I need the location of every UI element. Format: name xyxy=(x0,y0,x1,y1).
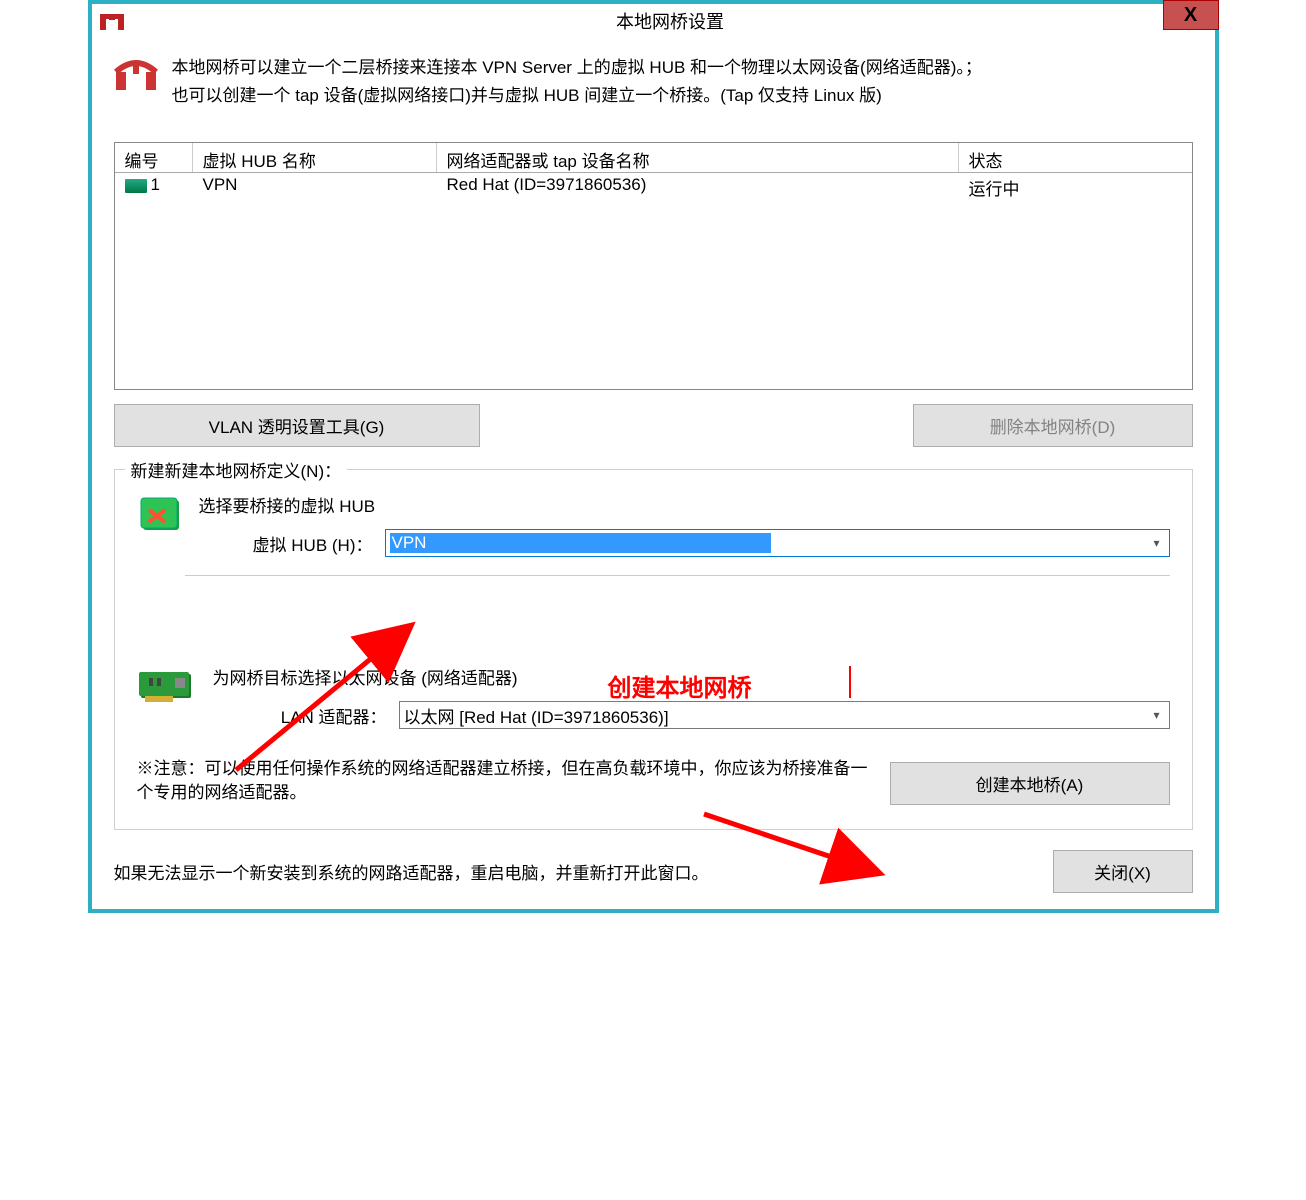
group-title: 新建新建本地网桥定义(N)： xyxy=(125,457,348,482)
table-row[interactable]: 1 VPN Red Hat (ID=3971860536) 运行中 xyxy=(115,173,1192,202)
nic-icon xyxy=(137,668,199,708)
divider xyxy=(185,575,1170,576)
hub-combobox[interactable]: VPN ▾ xyxy=(385,529,1170,557)
hub-combobox-value: VPN xyxy=(390,533,772,553)
titlebar: 本地网桥设置 X xyxy=(92,4,1215,38)
hub-label: 虚拟 HUB (H)： xyxy=(199,531,373,556)
intro-line1: 本地网桥可以建立一个二层桥接来连接本 VPN Server 上的虚拟 HUB 和… xyxy=(172,54,982,82)
bridge-table: 编号 虚拟 HUB 名称 网络适配器或 tap 设备名称 状态 1 VPN Re… xyxy=(114,142,1193,390)
close-window-button[interactable]: X xyxy=(1163,0,1219,30)
chevron-down-icon: ▾ xyxy=(1149,708,1165,722)
nic-combobox[interactable]: 以太网 [Red Hat (ID=3971860536)] ▾ xyxy=(399,701,1170,729)
intro-line2: 也可以创建一个 tap 设备(虚拟网络接口)并与虚拟 HUB 间建立一个桥接。(… xyxy=(172,82,982,110)
col-hub[interactable]: 虚拟 HUB 名称 xyxy=(193,143,437,172)
nic-label: LAN 适配器： xyxy=(213,703,387,728)
create-bridge-button[interactable]: 创建本地桥(A) xyxy=(890,762,1170,805)
col-num[interactable]: 编号 xyxy=(115,143,193,172)
chevron-down-icon: ▾ xyxy=(1149,536,1165,550)
bridge-icon xyxy=(114,58,158,90)
hub-section-head: 选择要桥接的虚拟 HUB xyxy=(199,490,1170,517)
nic-section-head: 为网桥目标选择以太网设备 (网络适配器) xyxy=(213,662,1170,689)
footer-text: 如果无法显示一个新安装到系统的网路适配器，重启电脑，并重新打开此窗口。 xyxy=(114,859,709,884)
cell-num: 1 xyxy=(151,175,160,194)
intro-section: 本地网桥可以建立一个二层桥接来连接本 VPN Server 上的虚拟 HUB 和… xyxy=(114,54,1193,110)
cell-status: 运行中 xyxy=(959,173,1192,202)
nic-row-icon xyxy=(125,179,147,193)
delete-bridge-button[interactable]: 删除本地网桥(D) xyxy=(913,404,1193,447)
col-status[interactable]: 状态 xyxy=(959,143,1192,172)
note-text: ※注意：可以使用任何操作系统的网络适配器建立桥接，但在高负载环境中，你应该为桥接… xyxy=(137,757,877,805)
vlan-tool-button[interactable]: VLAN 透明设置工具(G) xyxy=(114,404,480,447)
col-adapter[interactable]: 网络适配器或 tap 设备名称 xyxy=(437,143,959,172)
new-bridge-group: 新建新建本地网桥定义(N)： 选择要桥接的虚拟 HUB 虚拟 HUB (H)： … xyxy=(114,469,1193,830)
cell-adapter: Red Hat (ID=3971860536) xyxy=(437,173,959,202)
app-icon xyxy=(98,12,126,30)
hub-icon xyxy=(137,490,185,538)
cell-hub: VPN xyxy=(193,173,437,202)
nic-combobox-value: 以太网 [Red Hat (ID=3971860536)] xyxy=(404,703,1149,728)
window-title: 本地网桥设置 xyxy=(126,8,1215,34)
close-button[interactable]: 关闭(X) xyxy=(1053,850,1193,893)
